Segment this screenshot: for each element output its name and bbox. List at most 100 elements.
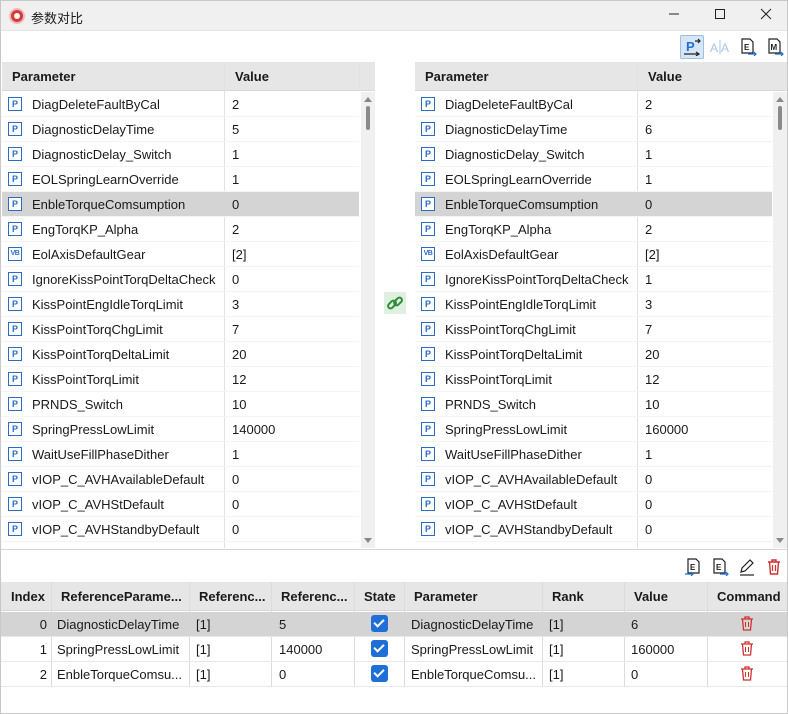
column-header-reference-value[interactable]: Referenc...	[281, 589, 347, 604]
row-index: 2	[39, 667, 47, 682]
table-row[interactable]: PvIOP_C_AVHStandbyDefault 0	[415, 517, 772, 542]
table-row[interactable]: P SpringPressLowLimit 160000	[415, 417, 772, 442]
text-compare-button[interactable]: AA	[708, 35, 732, 59]
vertical-scrollbar[interactable]	[773, 92, 787, 548]
column-header-value[interactable]: Value	[634, 589, 668, 604]
table-row[interactable]: 2 EnbleTorqueComsu... [1] 0 EnbleTorqueComsu…	[1, 662, 787, 687]
parameter-icon: P	[421, 272, 435, 286]
column-divider[interactable]	[359, 62, 360, 91]
table-row[interactable]: P WaitUseFillPhaseDither 1	[415, 442, 772, 467]
title-bar: 参数对比	[1, 1, 787, 31]
parameter-name: WaitUseFillPhaseDither	[32, 447, 169, 462]
column-header-rank[interactable]: Rank	[552, 589, 584, 604]
table-row[interactable]: P KissPointEngIdleTorqLimit 3	[415, 292, 772, 317]
parameter-name: vIOP_C_AVHStDefault	[445, 497, 577, 512]
column-header-parameter[interactable]: Parameter	[425, 69, 489, 84]
table-row[interactable]: VB EolAxisDefaultGear [2]	[415, 242, 772, 267]
close-button[interactable]	[743, 1, 787, 31]
parameter-value: 0	[645, 197, 653, 212]
splitter[interactable]	[1, 549, 787, 550]
table-row[interactable]: P EOLSpringLearnOverride 1	[2, 167, 359, 192]
maximize-button[interactable]	[697, 1, 743, 31]
table-row[interactable]: PvIOP_C_AVHStDefault 0	[415, 492, 772, 517]
table-row[interactable]: P EngTorqKP_Alpha 2	[2, 217, 359, 242]
table-row[interactable]: P KissPointEngIdleTorqLimit 3	[2, 292, 359, 317]
column-header-reference-parameter[interactable]: ReferenceParame...	[61, 589, 182, 604]
table-row[interactable]: P EOLSpringLearnOverride 1	[415, 167, 772, 192]
table-row[interactable]: P IgnoreKissPointTorqDeltaCheck 0	[2, 267, 359, 292]
table-row[interactable]: P WaitUseFillPhaseDither 1	[2, 442, 359, 467]
column-header-value[interactable]: Value	[648, 69, 682, 84]
table-row[interactable]: P EnbleTorqueComsumption 0	[415, 192, 772, 217]
parameter-icon: P	[421, 347, 435, 361]
svg-text:M: M	[771, 43, 778, 52]
state-checkbox[interactable]	[371, 640, 388, 657]
parameter-compare-button[interactable]: P	[680, 35, 704, 59]
table-row[interactable]: PvIOP_C_AVHAvailableDefault 0	[415, 467, 772, 492]
table-row[interactable]: P KissPointTorqChgLimit 7	[2, 317, 359, 342]
table-row[interactable]: VB EolAxisDefaultGear [2]	[2, 242, 359, 267]
state-checkbox[interactable]	[371, 665, 388, 682]
table-row[interactable]: P KissPointTorqLimit 12	[2, 367, 359, 392]
import-button[interactable]: E	[681, 555, 705, 579]
column-header-command[interactable]: Command	[717, 589, 781, 604]
table-row[interactable]: P EngTorqKP_Alpha 2	[415, 217, 772, 242]
scroll-down-icon[interactable]	[364, 538, 372, 543]
table-row[interactable]: P PRNDS_Switch 10	[2, 392, 359, 417]
table-row[interactable]: P KissPointTorqDeltaLimit 20	[415, 342, 772, 367]
column-header-index[interactable]: Index	[11, 589, 45, 604]
table-row[interactable]: P DiagDeleteFaultByCal 2	[415, 92, 772, 117]
table-row[interactable]: P KissPointTorqChgLimit 7	[415, 317, 772, 342]
export-excel-button[interactable]: E	[736, 35, 760, 59]
table-row[interactable]: P DiagnosticDelayTime 5	[2, 117, 359, 142]
table-row[interactable]: P DiagnosticDelay_Switch 1	[2, 142, 359, 167]
reference-rank: [1]	[196, 617, 211, 632]
table-header: Index ReferenceParame... Referenc... Ref…	[1, 582, 787, 611]
parameter-icon: P	[8, 322, 22, 336]
delete-row-button[interactable]	[740, 616, 754, 634]
table-row[interactable]: P SpringPressLowLimit 140000	[2, 417, 359, 442]
edit-button[interactable]	[735, 555, 759, 579]
table-row[interactable]: PvIOP_C_AVHStDefault 0	[2, 492, 359, 517]
scroll-up-icon[interactable]	[776, 97, 784, 102]
table-row[interactable]: PvIOP_C_AVHStandbyDefault 0	[2, 517, 359, 542]
table-row[interactable]: 1 SpringPressLowLimit [1] 140000 SpringPress…	[1, 637, 787, 662]
column-header-value[interactable]: Value	[235, 69, 269, 84]
export-markdown-button[interactable]: M	[763, 35, 787, 59]
delete-row-button[interactable]	[740, 666, 754, 684]
delete-all-button[interactable]	[762, 555, 786, 579]
column-header-state[interactable]: State	[364, 589, 396, 604]
reference-parameter: SpringPressLowLimit	[57, 642, 180, 657]
table-row[interactable]: P KissPointTorqDeltaLimit 20	[2, 342, 359, 367]
table-row[interactable]: P DiagDeleteFaultByCal 2	[2, 92, 359, 117]
export-diff-button[interactable]: E	[708, 555, 732, 579]
sync-scroll-link-button[interactable]	[384, 292, 406, 314]
scroll-up-icon[interactable]	[364, 97, 372, 102]
table-row[interactable]: PvIOP_C_AVHAvailableDefault 0	[2, 467, 359, 492]
parameter-name: DiagnosticDelay_Switch	[32, 147, 172, 162]
column-header-reference-rank[interactable]: Referenc...	[199, 589, 265, 604]
minimize-button[interactable]	[651, 1, 697, 31]
scroll-down-icon[interactable]	[776, 538, 784, 543]
delete-row-button[interactable]	[740, 641, 754, 659]
app-logo-icon	[9, 8, 25, 24]
scroll-thumb[interactable]	[778, 106, 782, 130]
table-row[interactable]: P IgnoreKissPointTorqDeltaCheck 1	[415, 267, 772, 292]
table-row[interactable]: 0 DiagnosticDelayTime [1] 5 DiagnosticDelayT…	[1, 612, 787, 637]
parameter-icon: P	[8, 497, 22, 511]
column-header-parameter[interactable]: Parameter	[414, 589, 478, 604]
table-row[interactable]: P EnbleTorqueComsumption 0	[2, 192, 359, 217]
column-header-parameter[interactable]: Parameter	[12, 69, 76, 84]
table-row[interactable]: P PRNDS_Switch 10	[415, 392, 772, 417]
scroll-thumb[interactable]	[366, 106, 370, 130]
reference-value: 5	[279, 617, 287, 632]
table-row[interactable]: P KissPointTorqLimit 12	[415, 367, 772, 392]
parameter-value: 1	[645, 172, 653, 187]
parameter-name: KissPointTorqDeltaLimit	[32, 347, 170, 362]
parameter-name: SpringPressLowLimit	[445, 422, 568, 437]
state-checkbox[interactable]	[371, 615, 388, 632]
trash-icon	[741, 641, 753, 656]
table-row[interactable]: P DiagnosticDelay_Switch 1	[415, 142, 772, 167]
vertical-scrollbar[interactable]	[361, 92, 375, 548]
table-row[interactable]: P DiagnosticDelayTime 6	[415, 117, 772, 142]
